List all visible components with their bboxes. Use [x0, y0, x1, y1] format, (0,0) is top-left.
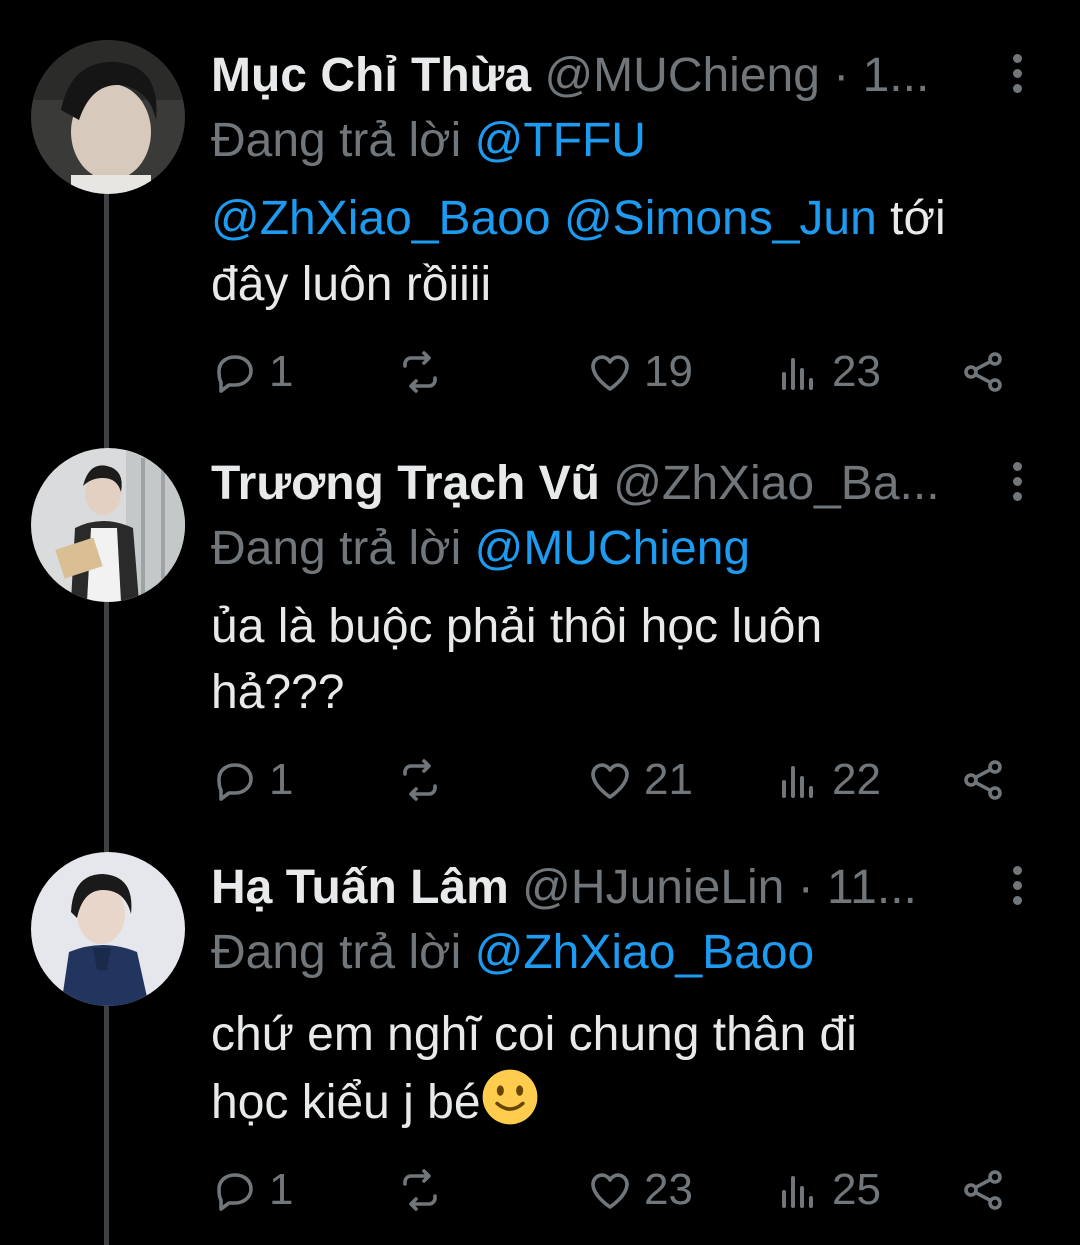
avatar-muchieng[interactable] [31, 40, 185, 194]
retweet-icon [403, 759, 437, 801]
retweet-icon [403, 351, 437, 393]
tweet-body-line: học kiểu j bé [211, 1076, 481, 1129]
tweet-text: ủa là buộc phải thôi học luôn hả??? [211, 594, 1031, 726]
tweet-1[interactable]: Mục Chỉ Thừa @MUChieng · 1... Đang trả l… [0, 40, 1080, 420]
display-name[interactable]: Trương Trạch Vũ [211, 457, 600, 510]
tweet-header: Hạ Tuấn Lâm @HJunieLin · 11... [211, 852, 1001, 924]
like-count: 19 [644, 347, 693, 396]
share-icon [964, 1170, 1002, 1210]
display-name[interactable]: Mục Chỉ Thừa [211, 49, 531, 102]
display-name[interactable]: Hạ Tuấn Lâm [211, 861, 509, 914]
timestamp[interactable]: 1... [863, 49, 930, 102]
like-button[interactable]: 21 [586, 750, 693, 810]
tweet-body-line2-wrap: học kiểu j bé [211, 1068, 1031, 1136]
tweet-actions: 1 23 25 [211, 1160, 1041, 1220]
mention-link[interactable]: @Simons_Jun [564, 192, 877, 245]
share-icon [964, 760, 1002, 800]
share-button[interactable] [959, 750, 1007, 810]
tweet-actions: 1 21 22 [211, 750, 1041, 810]
more-vertical-icon[interactable] [1004, 862, 1030, 914]
more-vertical-icon[interactable] [1004, 458, 1030, 510]
tweet-text: @ZhXiao_Baoo @Simons_Jun tới đây luôn rồ… [211, 186, 1031, 318]
views-count: 23 [832, 347, 881, 396]
retweet-icon [403, 1169, 437, 1211]
like-count: 21 [644, 755, 693, 804]
retweet-button[interactable] [396, 750, 444, 810]
replying-to-label: Đang trả lời [211, 522, 462, 575]
tweet-body-line: ủa là buộc phải thôi học luôn [211, 600, 823, 653]
avatar-image [31, 40, 185, 194]
reply-button[interactable]: 1 [211, 342, 293, 402]
username[interactable]: @HJunieLin [522, 861, 784, 914]
tweet-actions: 1 19 23 [211, 342, 1041, 402]
views-button[interactable]: 23 [774, 342, 881, 402]
share-button[interactable] [959, 342, 1007, 402]
replying-to-mention[interactable]: @TFFU [475, 114, 646, 167]
tweet-body-line: chứ em nghĩ coi chung thân đi [211, 1008, 857, 1061]
replying-to-mention[interactable]: @ZhXiao_Baoo [475, 926, 815, 979]
slightly-smiling-face-emoji [482, 1069, 537, 1125]
replying-to-label: Đang trả lời [211, 114, 462, 167]
views-count: 22 [832, 755, 881, 804]
views-count: 25 [832, 1165, 881, 1214]
avatar-image [31, 448, 185, 602]
retweet-button[interactable] [396, 1160, 444, 1220]
like-count: 23 [644, 1165, 693, 1214]
replying-to: Đang trả lời @ZhXiao_Baoo [211, 917, 814, 989]
tweet-body-line: hả??? [211, 666, 345, 719]
retweet-button[interactable] [396, 342, 444, 402]
tweet-header: Trương Trạch Vũ @ZhXiao_Ba... [211, 448, 1001, 520]
heart-icon [591, 763, 629, 799]
replying-to: Đang trả lời @TFFU [211, 105, 646, 177]
username[interactable]: @MUChieng [544, 49, 819, 102]
tweet-3[interactable]: Hạ Tuấn Lâm @HJunieLin · 11... Đang trả … [0, 852, 1080, 1236]
replying-to-mention[interactable]: @MUChieng [475, 522, 750, 575]
tweet-text: chứ em nghĩ coi chung thân đi học kiểu j… [211, 1002, 1031, 1136]
share-button[interactable] [959, 1160, 1007, 1220]
separator-dot: · [833, 49, 850, 102]
avatar-zhxiao[interactable] [31, 448, 185, 602]
tweet-2[interactable]: Trương Trạch Vũ @ZhXiao_Ba... Đang trả l… [0, 448, 1080, 828]
reply-icon [217, 355, 253, 393]
views-button[interactable]: 22 [774, 750, 881, 810]
username[interactable]: @ZhXiao_Ba... [613, 457, 939, 510]
like-button[interactable]: 23 [586, 1160, 693, 1220]
avatar-hjunielin[interactable] [31, 852, 185, 1006]
tweet-header: Mục Chỉ Thừa @MUChieng · 1... [211, 40, 1001, 112]
reply-icon [217, 1173, 253, 1211]
replying-to: Đang trả lời @MUChieng [211, 513, 750, 585]
reply-button[interactable]: 1 [211, 1160, 293, 1220]
separator-dot: · [797, 861, 814, 914]
share-icon [964, 352, 1002, 392]
views-icon [782, 766, 813, 798]
reply-count: 1 [269, 347, 294, 396]
reply-count: 1 [269, 755, 294, 804]
avatar-image [31, 852, 185, 1006]
reply-count: 1 [269, 1165, 294, 1214]
heart-icon [591, 355, 629, 391]
more-vertical-icon[interactable] [1004, 50, 1030, 102]
reply-button[interactable]: 1 [211, 750, 293, 810]
heart-icon [591, 1173, 629, 1209]
timestamp[interactable]: 11... [827, 861, 917, 914]
views-button[interactable]: 25 [774, 1160, 881, 1220]
mention-link[interactable]: @ZhXiao_Baoo [211, 192, 551, 245]
views-icon [782, 1176, 813, 1208]
reply-icon [217, 763, 253, 801]
views-icon [782, 358, 813, 390]
like-button[interactable]: 19 [586, 342, 693, 402]
replying-to-label: Đang trả lời [211, 926, 462, 979]
